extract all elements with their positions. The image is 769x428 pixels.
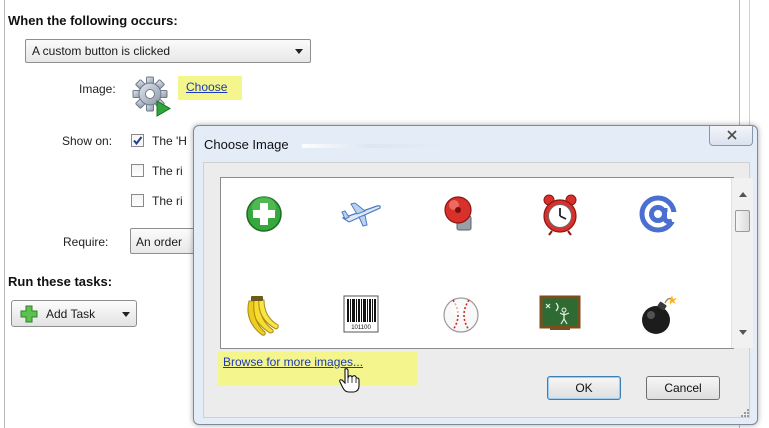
window-border-left: [4, 0, 5, 428]
dialog-title: Choose Image: [204, 137, 289, 152]
add-task-label: Add Task: [46, 307, 96, 321]
checkmark-icon: [133, 136, 143, 146]
at-sign-icon[interactable]: [634, 190, 682, 238]
plus-icon: [20, 305, 38, 323]
image-label: Image:: [79, 82, 116, 96]
alarm-clock-icon[interactable]: [536, 190, 584, 238]
show-on-option-1: The 'H: [152, 134, 187, 148]
dialog-client-area: 101100 Browse for more images... OK Canc…: [203, 162, 753, 418]
show-on-label: Show on:: [62, 134, 113, 148]
green-plus-icon[interactable]: [240, 190, 288, 238]
scroll-down-arrow-icon[interactable]: [739, 330, 747, 335]
chevron-down-icon: [295, 49, 303, 54]
show-on-option-3: The ri: [152, 194, 183, 208]
event-select[interactable]: A custom button is clicked: [25, 39, 311, 63]
resize-grip-icon[interactable]: [740, 408, 750, 418]
show-on-checkbox-3[interactable]: [131, 194, 144, 207]
gear-play-icon[interactable]: [130, 74, 174, 118]
close-icon: [727, 130, 737, 140]
hand-pointer-icon: [339, 368, 360, 393]
show-on-option-2: The ri: [152, 164, 183, 178]
add-task-button[interactable]: Add Task: [11, 300, 137, 327]
airplane-icon[interactable]: [337, 190, 385, 238]
bananas-icon[interactable]: [240, 291, 288, 339]
red-alarm-bell-icon[interactable]: [437, 190, 485, 238]
bomb-icon[interactable]: [634, 291, 682, 339]
panel-divider: [749, 0, 750, 130]
barcode-icon[interactable]: 101100: [337, 291, 385, 339]
choose-image-dialog: Choose Image 101100 Browse for more imag…: [193, 125, 758, 425]
require-select-value: An order: [136, 235, 183, 249]
show-on-checkbox-2[interactable]: [131, 164, 144, 177]
choose-image-link[interactable]: Choose: [186, 80, 227, 94]
image-gallery[interactable]: 101100: [220, 177, 753, 349]
dialog-close-button[interactable]: [709, 126, 753, 146]
cancel-button[interactable]: Cancel: [646, 376, 720, 400]
require-label: Require:: [63, 235, 109, 249]
gallery-scrollbar[interactable]: [731, 178, 753, 348]
chevron-down-icon: [122, 312, 130, 317]
chalkboard-icon[interactable]: [536, 291, 584, 339]
ok-button[interactable]: OK: [547, 376, 621, 400]
event-select-value: A custom button is clicked: [32, 44, 171, 58]
barcode-caption: 101100: [351, 325, 371, 331]
baseball-icon[interactable]: [437, 291, 485, 339]
scroll-up-arrow-icon[interactable]: [739, 192, 747, 197]
trigger-heading: When the following occurs:: [8, 13, 178, 28]
title-glass-effect: [302, 144, 442, 148]
tasks-heading: Run these tasks:: [8, 274, 113, 289]
show-on-checkbox-1[interactable]: [131, 134, 144, 147]
scroll-thumb[interactable]: [735, 210, 750, 232]
